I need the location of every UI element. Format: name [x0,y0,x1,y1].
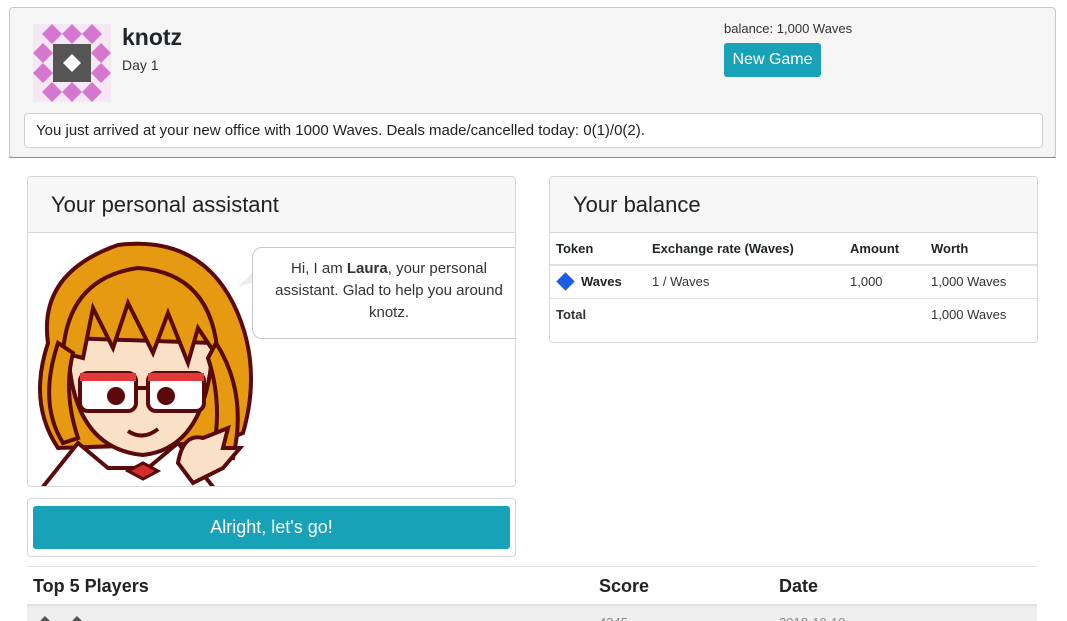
col-amount: Amount [844,233,925,266]
status-message: You just arrived at your new office with… [24,113,1043,148]
players-header: Top 5 Players Score Date [27,566,1037,606]
player-date: 2018-10-10 [779,615,846,621]
balance-title: Your balance [550,177,1037,233]
table-row: Waves 1 / Waves 1,000 1,000 Waves [550,265,1037,299]
col-exchange-rate: Exchange rate (Waves) [646,233,844,266]
laura-character-icon [38,241,253,486]
total-label: Total [556,307,587,323]
player-score: 4345 [599,615,628,621]
table-row: 4345 2018-10-10 [27,606,1037,621]
header-divider [9,157,1056,158]
worth-cell: 1,000 Waves [925,265,1037,299]
assistant-name: Laura [346,260,388,277]
identicon-icon [33,24,111,102]
rate-cell: 1 / Waves [646,265,844,299]
balance-card: Your balance Token Exchange rate (Waves)… [549,176,1038,343]
waves-diamond-icon [556,272,575,291]
player-avatar-icon [40,616,82,621]
continue-card: Alright, let's go! [27,498,516,557]
top-players-table: Top 5 Players Score Date 4345 2018-10-10 [27,566,1037,621]
players-title: Top 5 Players [33,576,149,596]
total-row: Total 1,000 Waves [550,298,1037,331]
amount-cell: 1,000 [844,265,925,299]
col-worth: Worth [925,233,1037,266]
token-name: Waves [581,274,622,290]
assistant-title: Your personal assistant [28,177,515,233]
balance-table: Token Exchange rate (Waves) Amount Worth… [550,233,1037,331]
assistant-card: Your personal assistant Hi, I am Laura, … [27,176,516,487]
speech-text-start: Hi, I am [291,260,347,277]
total-worth: 1,000 Waves [931,307,1007,323]
date-header: Date [779,576,819,596]
game-header-card: knotz Day 1 balance: 1,000 Waves New Gam… [9,7,1056,158]
assistant-speech-bubble: Hi, I am Laura, your personal assistant.… [252,247,515,339]
new-game-button[interactable]: New Game [724,43,821,77]
game-avatar [33,24,111,102]
token-cell: Waves [550,265,646,299]
header-balance: balance: 1,000 Waves [724,21,853,36]
game-title: knotz [122,24,183,50]
day-counter: Day 1 [122,57,159,73]
total-empty-rate [646,298,844,331]
balance-table-header: Token Exchange rate (Waves) Amount Worth [550,233,1037,266]
total-empty-amount [844,298,925,331]
score-header: Score [599,576,650,596]
lets-go-button[interactable]: Alright, let's go! [33,506,510,549]
col-token: Token [550,233,646,266]
